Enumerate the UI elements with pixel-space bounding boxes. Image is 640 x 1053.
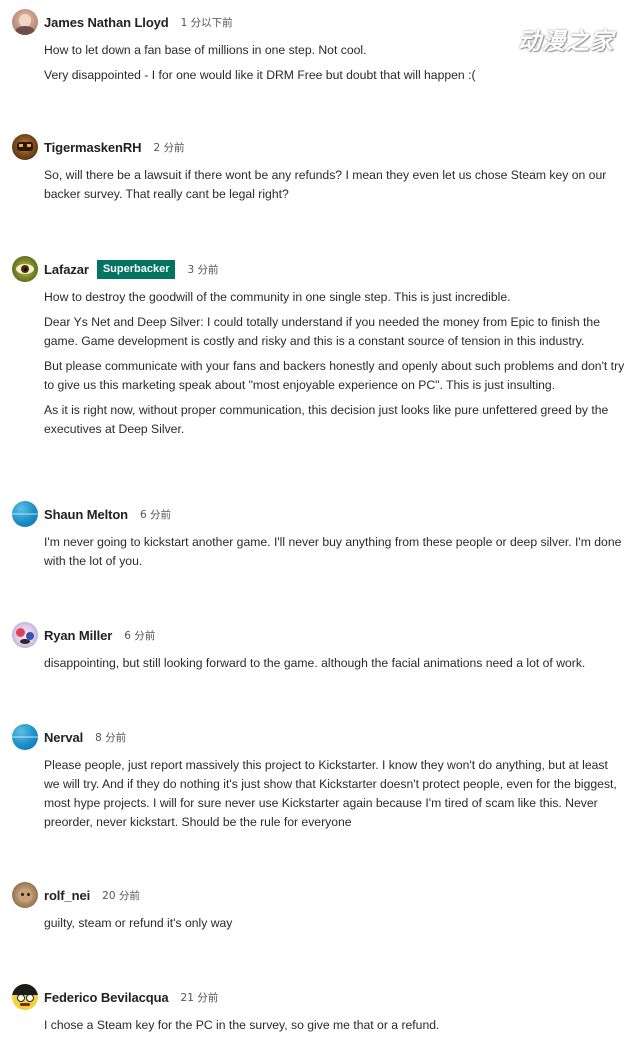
- comment-timestamp[interactable]: 20 分前: [102, 888, 140, 903]
- superbacker-badge: Superbacker: [96, 259, 176, 279]
- comment-item: Ryan Miller 6 分前 disappointing, but stil…: [12, 622, 628, 679]
- comment-author[interactable]: Federico Bevilacqua: [44, 990, 169, 1005]
- comment-timestamp[interactable]: 2 分前: [153, 140, 184, 155]
- user-avatar[interactable]: [12, 501, 38, 527]
- comment-text: So, will there be a lawsuit if there won…: [44, 168, 607, 201]
- comment-text: As it is right now, without proper commu…: [44, 403, 609, 436]
- user-avatar[interactable]: [12, 622, 38, 648]
- comment-item: TigermaskenRH 2 分前 So, will there be a l…: [12, 134, 628, 210]
- comment-timestamp[interactable]: 8 分前: [95, 730, 126, 745]
- user-avatar[interactable]: [12, 134, 38, 160]
- comment-timestamp[interactable]: 6 分前: [124, 628, 155, 643]
- user-avatar[interactable]: [12, 256, 38, 282]
- comment-item: Shaun Melton 6 分前 I'm never going to kic…: [12, 501, 628, 577]
- comment-text: How to let down a fan base of millions i…: [44, 43, 367, 57]
- comment-author[interactable]: Nerval: [44, 730, 83, 745]
- comment-text: I chose a Steam key for the PC in the su…: [44, 1018, 440, 1032]
- comment-author[interactable]: Lafazar: [44, 262, 89, 277]
- comment-text: Please people, just report massively thi…: [44, 758, 617, 829]
- comment-author[interactable]: James Nathan Lloyd: [44, 15, 169, 30]
- comment-text: disappointing, but still looking forward…: [44, 656, 586, 670]
- comment-text: Very disappointed - I for one would like…: [44, 68, 476, 82]
- comment-author[interactable]: Shaun Melton: [44, 507, 128, 522]
- user-avatar[interactable]: [12, 882, 38, 908]
- comment-timestamp[interactable]: 6 分前: [140, 507, 171, 522]
- comment-timestamp[interactable]: 21 分前: [181, 990, 219, 1005]
- comment-text: guilty, steam or refund it's only way: [44, 916, 233, 930]
- comment-timestamp[interactable]: 1 分以下前: [181, 15, 233, 30]
- comment-item: Nerval 8 分前 Please people, just report m…: [12, 724, 628, 838]
- comment-item: rolf_nei 20 分前 guilty, steam or refund i…: [12, 882, 628, 939]
- comment-text: Dear Ys Net and Deep Silver: I could tot…: [44, 315, 600, 348]
- user-avatar[interactable]: [12, 984, 38, 1010]
- comment-timestamp[interactable]: 3 分前: [187, 262, 218, 277]
- user-avatar[interactable]: [12, 9, 38, 35]
- comment-author[interactable]: TigermaskenRH: [44, 140, 142, 155]
- comment-author[interactable]: Ryan Miller: [44, 628, 112, 643]
- comment-text: I'm never going to kickstart another gam…: [44, 535, 622, 568]
- comment-item: Lafazar Superbacker 3 分前 How to destroy …: [12, 256, 628, 445]
- comment-text: How to destroy the goodwill of the commu…: [44, 290, 511, 304]
- comment-author[interactable]: rolf_nei: [44, 888, 90, 903]
- comment-text: But please communicate with your fans an…: [44, 359, 625, 392]
- user-avatar[interactable]: [12, 724, 38, 750]
- comment-item: Federico Bevilacqua 21 分前 I chose a Stea…: [12, 984, 628, 1041]
- comment-item: James Nathan Lloyd 1 分以下前 How to let dow…: [12, 9, 628, 91]
